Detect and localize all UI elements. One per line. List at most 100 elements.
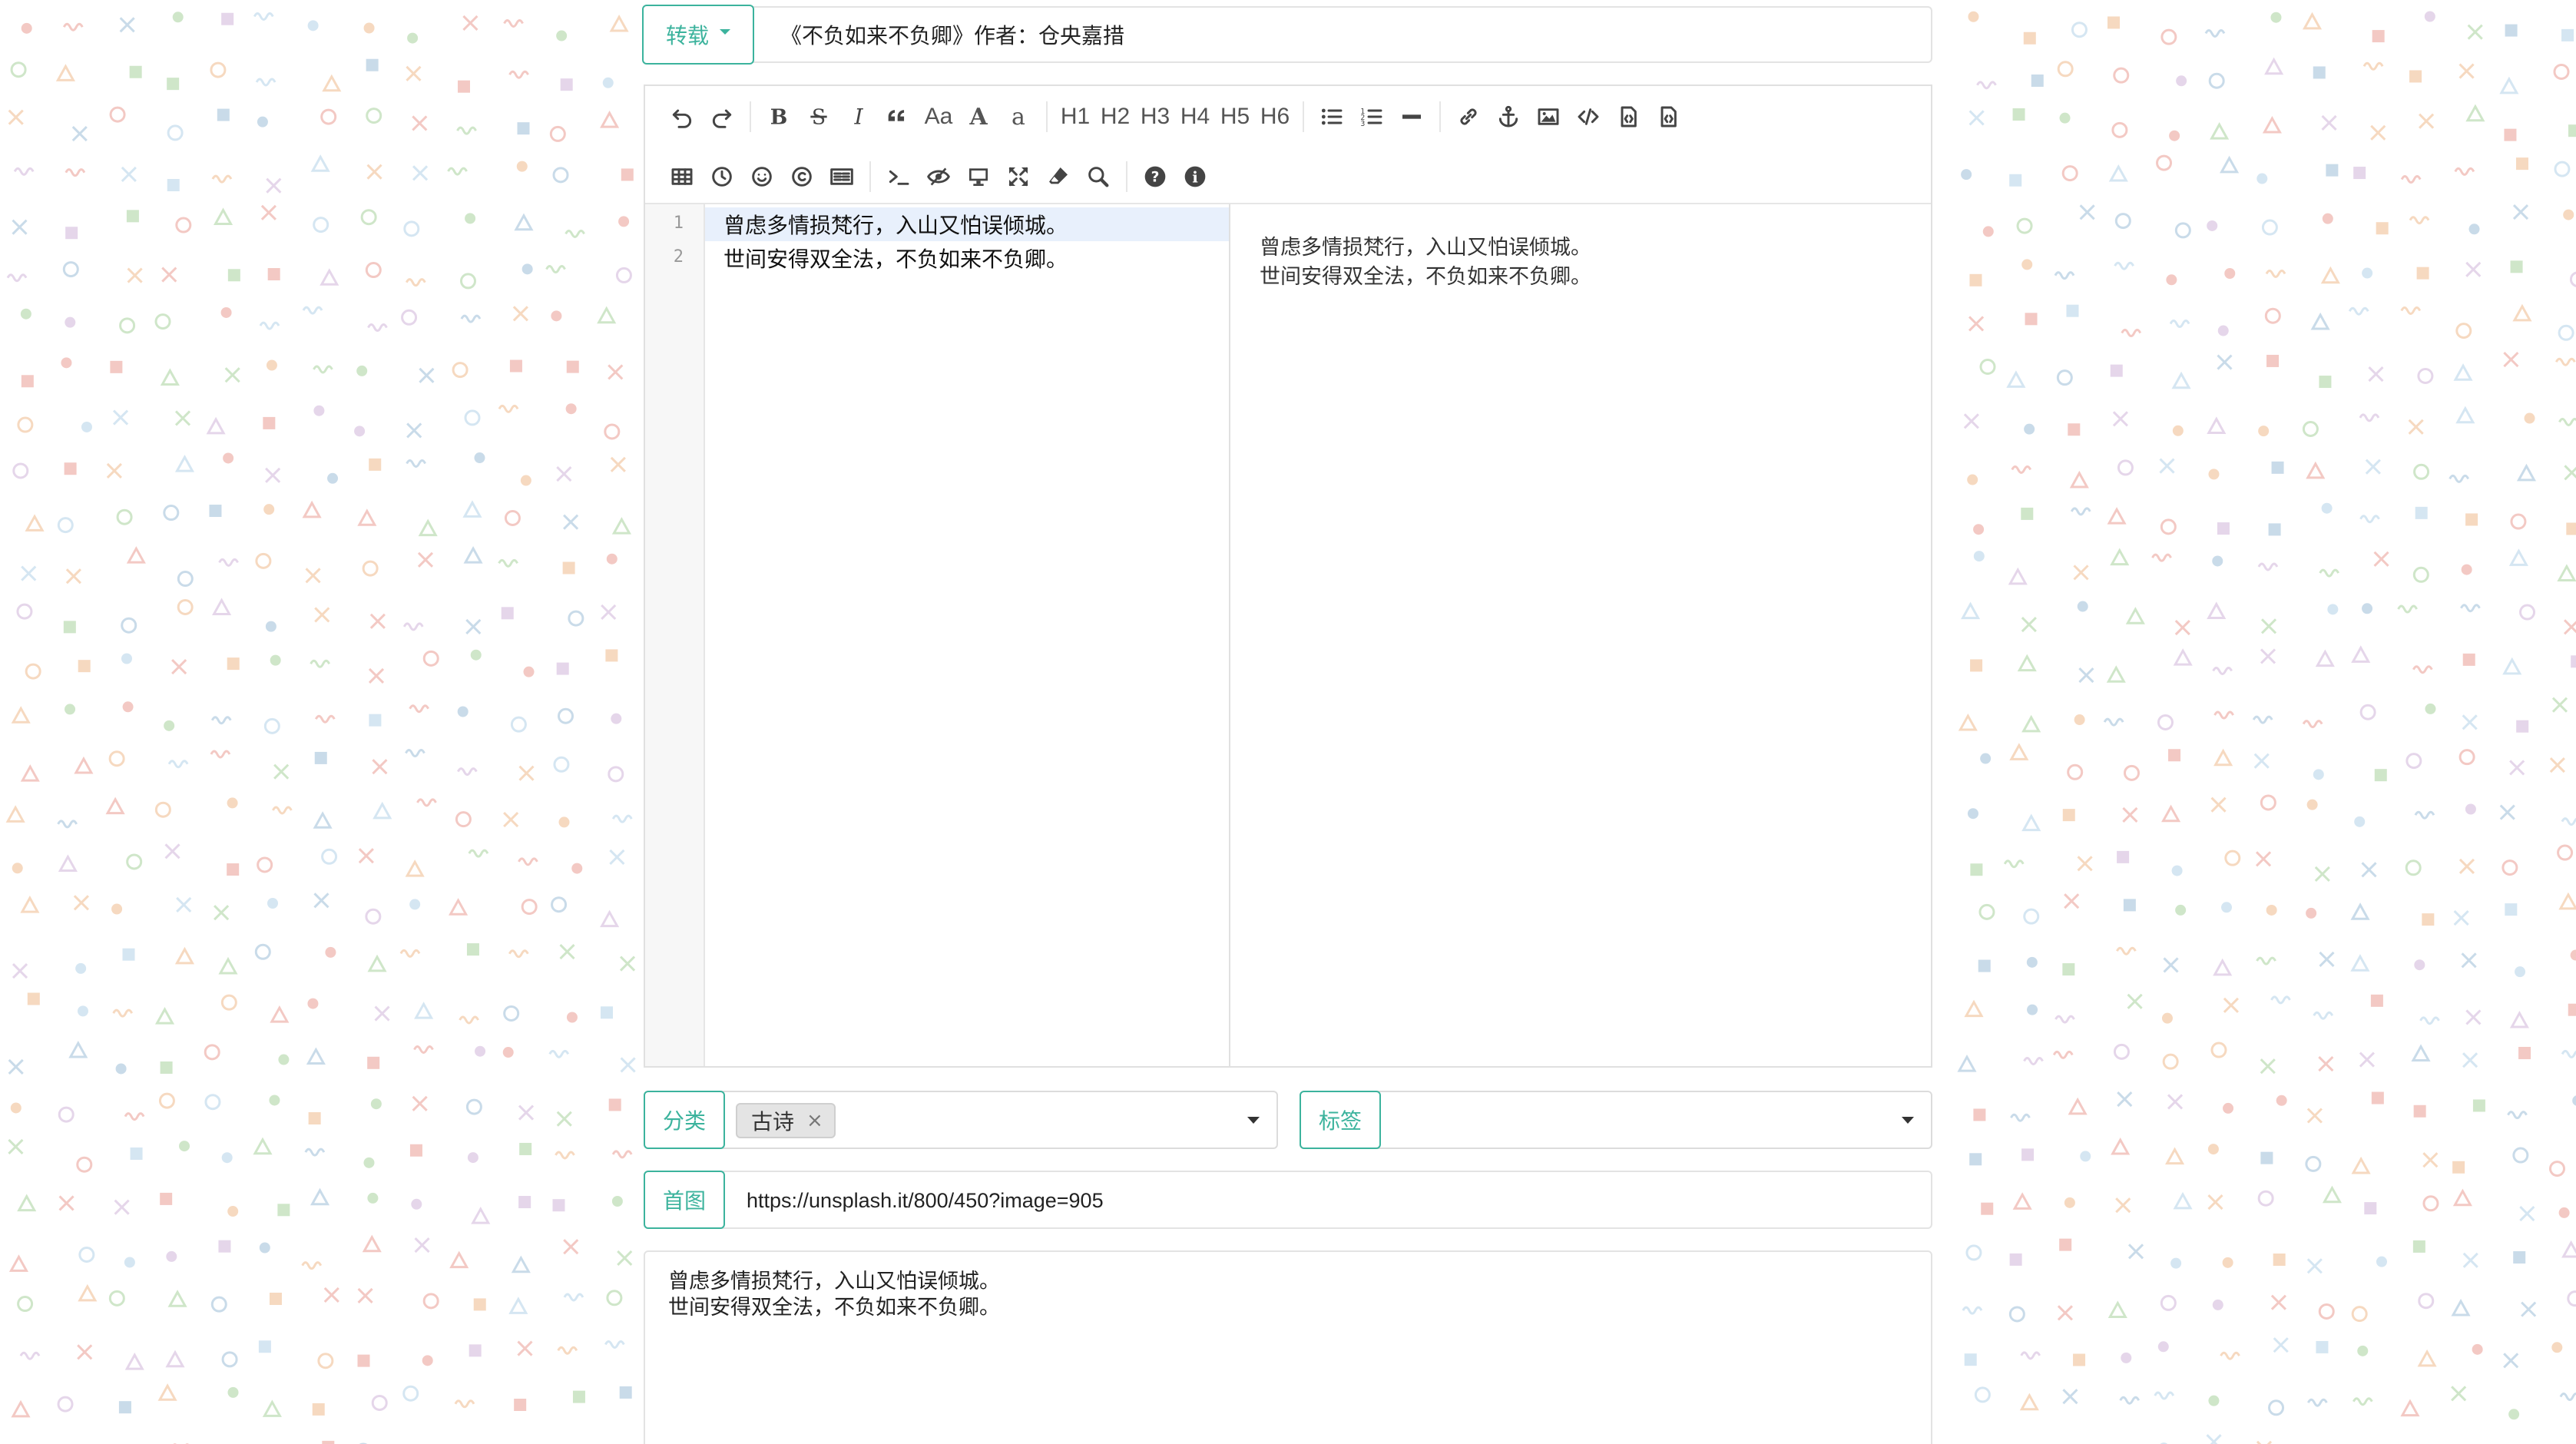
horizontal-rule-button[interactable] [1392, 95, 1432, 138]
background-pattern-shape [2413, 463, 2430, 480]
clear-button[interactable] [1038, 155, 1078, 198]
preview-icon [966, 164, 991, 189]
title-input[interactable] [754, 8, 1931, 61]
h3-button[interactable]: H3 [1135, 95, 1175, 138]
background-pattern-shape [372, 759, 388, 775]
background-pattern-shape [2021, 259, 2033, 270]
fullscreen-button[interactable] [998, 155, 1038, 198]
background-pattern-shape [362, 560, 379, 577]
background-pattern-shape [171, 659, 187, 675]
watch-toggle-button[interactable] [919, 155, 959, 198]
chevron-down-icon[interactable] [1902, 1117, 1914, 1124]
background-pattern-shape [2062, 809, 2075, 822]
cover-image-url-input[interactable] [745, 1172, 1923, 1229]
italic-button[interactable]: I [839, 95, 879, 138]
preformatted-text-button[interactable] [1608, 95, 1648, 138]
background-pattern-shape [2465, 261, 2482, 277]
category-select[interactable]: 分类 古诗 × [644, 1091, 1278, 1149]
h6-button[interactable]: H6 [1255, 95, 1295, 138]
summary-textarea[interactable]: 曾虑多情损梵行，入山又怕误倾城。 世间安得双全法，不负如来不负卿。 [644, 1250, 1932, 1444]
h1-button[interactable]: H1 [1055, 95, 1095, 138]
search-button[interactable] [1078, 155, 1118, 198]
lowercase-button[interactable]: a [998, 95, 1038, 138]
table-button[interactable] [662, 155, 702, 198]
background-pattern-shape [2258, 426, 2270, 437]
ordered-list-button[interactable]: 123 [1352, 95, 1392, 138]
background-pattern-shape [566, 360, 579, 373]
cover-image-input-group: 首图 [644, 1171, 1932, 1229]
image-button[interactable] [1528, 95, 1568, 138]
help-button[interactable]: ? [1135, 155, 1175, 198]
link-button[interactable] [1449, 95, 1488, 138]
background-pattern-shape [2505, 903, 2518, 916]
background-pattern-shape [27, 992, 40, 1005]
background-pattern-shape [2021, 714, 2041, 733]
h5-button[interactable]: H5 [1215, 95, 1255, 138]
background-pattern-shape [1973, 524, 1985, 535]
background-pattern-shape [2414, 959, 2425, 971]
background-pattern-shape [314, 751, 327, 764]
datetime-button[interactable] [702, 155, 742, 198]
case-button[interactable]: Aa [919, 95, 959, 138]
code-line[interactable]: 曾虑多情损梵行，入山又怕误倾城。 [705, 207, 1229, 241]
background-pattern-shape [412, 165, 429, 181]
quote-button[interactable] [879, 95, 919, 138]
html-entities-button[interactable] [782, 155, 822, 198]
background-pattern-shape [611, 517, 631, 535]
post-type-dropdown[interactable]: 转载 [642, 5, 754, 65]
redo-button[interactable] [702, 95, 742, 138]
background-pattern-shape [322, 74, 342, 92]
background-pattern-shape [611, 1195, 623, 1207]
h2-button[interactable]: H2 [1095, 95, 1135, 138]
background-pattern-shape [2115, 1197, 2131, 1214]
background-pattern-shape [10, 1102, 22, 1114]
info-button[interactable]: i [1175, 155, 1215, 198]
background-pattern-shape [460, 314, 482, 323]
background-pattern-shape [2561, 28, 2574, 41]
editor-panes: 1 2 曾虑多情损梵行，入山又怕误倾城。 世间安得双全法，不负如来不负卿。 曾虑… [645, 204, 1931, 1066]
background-pattern-shape [2122, 806, 2138, 823]
background-pattern-shape [2564, 465, 2576, 481]
undo-button[interactable] [662, 95, 702, 138]
unordered-list-button[interactable] [1312, 95, 1352, 138]
background-pattern-shape [2354, 816, 2366, 827]
background-pattern-shape [2503, 352, 2519, 368]
background-pattern-shape [255, 552, 272, 569]
code-block-button[interactable] [1648, 95, 1688, 138]
code-button[interactable] [1568, 95, 1608, 138]
background-pattern-shape [2016, 217, 2033, 234]
category-label: 分类 [644, 1091, 725, 1149]
preview-button[interactable] [959, 155, 998, 198]
h4-button[interactable]: H4 [1175, 95, 1215, 138]
background-pattern-shape [305, 568, 321, 584]
markdown-source-pane[interactable]: 1 2 曾虑多情损梵行，入山又怕误倾城。 世间安得双全法，不负如来不负卿。 [645, 204, 1230, 1066]
background-pattern-shape [2566, 522, 2576, 535]
remove-chip-icon[interactable]: × [806, 1109, 823, 1132]
background-pattern-shape [164, 843, 180, 859]
anchor-button[interactable] [1488, 95, 1528, 138]
strikethrough-button[interactable]: S [799, 95, 839, 138]
background-pattern-shape [501, 607, 514, 620]
background-pattern-shape [2510, 513, 2527, 530]
terminal-button[interactable] [879, 155, 919, 198]
chevron-down-icon[interactable] [1247, 1117, 1260, 1124]
background-pattern-shape [2019, 1393, 2039, 1411]
background-pattern-shape [8, 109, 24, 125]
background-pattern-shape [2110, 548, 2130, 566]
tags-select[interactable]: 标签 [1300, 1091, 1932, 1149]
code-line[interactable]: 世间安得双全法，不负如来不负卿。 [705, 241, 1229, 275]
uppercase-button[interactable]: A [959, 95, 998, 138]
background-pattern-shape [2516, 463, 2537, 482]
background-pattern-shape [2306, 1258, 2323, 1274]
background-pattern-shape [414, 1002, 434, 1019]
background-pattern-shape [210, 1296, 227, 1313]
lowercase-icon: a [1012, 103, 1025, 131]
background-pattern-shape [2212, 1299, 2223, 1310]
background-pattern-shape [2011, 465, 2032, 474]
pagebreak-button[interactable] [822, 155, 862, 198]
background-pattern-shape [2055, 1015, 2075, 1024]
background-pattern-shape [467, 1152, 478, 1164]
bold-button[interactable]: B [759, 95, 799, 138]
background-pattern-shape [2561, 1240, 2576, 1258]
emoji-button[interactable] [742, 155, 782, 198]
